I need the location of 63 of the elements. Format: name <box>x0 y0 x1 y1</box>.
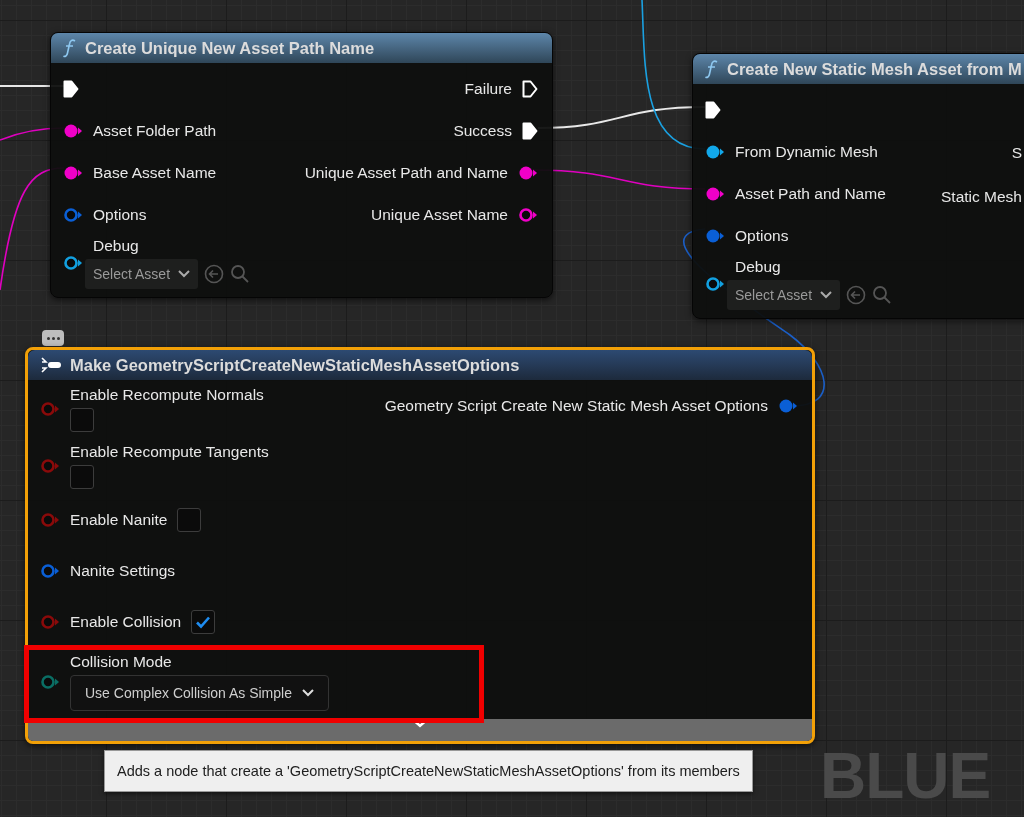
exec-pin[interactable] <box>522 80 538 98</box>
node-title: Make GeometryScriptCreateNewStaticMeshAssetOptions <box>70 355 520 375</box>
chevron-down-icon <box>820 291 833 299</box>
node-title: Create New Static Mesh Asset from M <box>727 59 1022 79</box>
pin-connector[interactable] <box>705 186 725 202</box>
pin-label: Success <box>453 122 512 140</box>
pin-label: Enable Nanite <box>70 511 168 529</box>
pin-label: Debug <box>735 258 782 276</box>
struct-make-icon <box>40 356 62 374</box>
exec-pin[interactable] <box>522 122 538 140</box>
pin-label: Nanite Settings <box>70 562 176 580</box>
pin-connector[interactable] <box>705 144 725 160</box>
function-icon <box>705 59 719 79</box>
pin-connector[interactable] <box>40 563 60 579</box>
pin-connector[interactable] <box>63 255 83 271</box>
pin-connector[interactable] <box>705 276 725 292</box>
checkbox[interactable] <box>177 508 202 532</box>
asset-picker[interactable]: Select Asset <box>85 259 199 289</box>
checkbox[interactable] <box>191 610 216 634</box>
pin-connector[interactable] <box>705 228 725 244</box>
search-icon[interactable] <box>872 285 893 305</box>
pin-label: Collision Mode <box>70 653 173 671</box>
chevron-down-icon <box>301 689 314 697</box>
chevron-down-icon <box>178 270 191 278</box>
pin-connector[interactable] <box>63 123 83 139</box>
function-icon <box>63 38 77 58</box>
pin-connector[interactable] <box>778 398 798 414</box>
pin-connector[interactable] <box>40 674 60 690</box>
pin-label: Options <box>735 227 789 245</box>
exec-pin[interactable] <box>705 101 721 119</box>
pin-connector[interactable] <box>518 165 538 181</box>
checkbox[interactable] <box>70 465 94 489</box>
search-icon[interactable] <box>230 264 251 284</box>
tooltip: Adds a node that create a 'GeometryScriptCreateNewStaticMeshAssetOptions' from its members <box>104 750 753 792</box>
blueprint-node[interactable]: Create Unique New Asset Path Name Asset Folder Path Base Asset Name Options Debug Select Asset Failure Success Unique Asset Path and Name Unique Asset Name <box>50 32 553 298</box>
pin-label: Options <box>93 206 147 224</box>
node-title: Create Unique New Asset Path Name <box>85 38 375 58</box>
pin-label: Enable Recompute Tangents <box>70 443 269 461</box>
pin-label: Debug <box>93 237 140 255</box>
collision-mode-dropdown[interactable]: Use Complex Collision As Simple <box>70 675 329 711</box>
pin-label: Failure <box>464 80 512 98</box>
checkmark-icon <box>195 615 212 629</box>
pin-label: Unique Asset Path and Name <box>304 164 508 182</box>
pin-connector[interactable] <box>518 207 538 223</box>
graph-canvas[interactable] <box>0 0 1024 817</box>
pin-label: Static Mesh <box>941 188 1022 206</box>
pin-connector[interactable] <box>63 207 83 223</box>
pin-label: Unique Asset Name <box>371 206 508 224</box>
checkbox[interactable] <box>70 408 94 432</box>
pin-label: Asset Path and Name <box>735 185 886 203</box>
pin-label: Asset Folder Path <box>93 122 217 140</box>
exec-pin[interactable] <box>63 80 79 98</box>
pin-label: Base Asset Name <box>93 164 217 182</box>
blueprint-node[interactable] <box>25 347 815 744</box>
pin-connector[interactable] <box>63 165 83 181</box>
pin-label: Enable Collision <box>70 613 182 631</box>
pin-label: From Dynamic Mesh <box>735 143 878 161</box>
asset-picker[interactable]: Select Asset <box>727 280 841 310</box>
comment-bubble-icon[interactable] <box>42 330 64 346</box>
pin-label: Geometry Script Create New Static Mesh Asset Options <box>384 397 768 415</box>
pin-label: S <box>1011 144 1022 162</box>
blueprint-node[interactable]: Create New Static Mesh Asset from M From Dynamic Mesh Asset Path and Name Options Debug Select Asset S Static Mesh <box>692 53 1024 319</box>
pin-label: Enable Recompute Normals <box>70 386 264 404</box>
